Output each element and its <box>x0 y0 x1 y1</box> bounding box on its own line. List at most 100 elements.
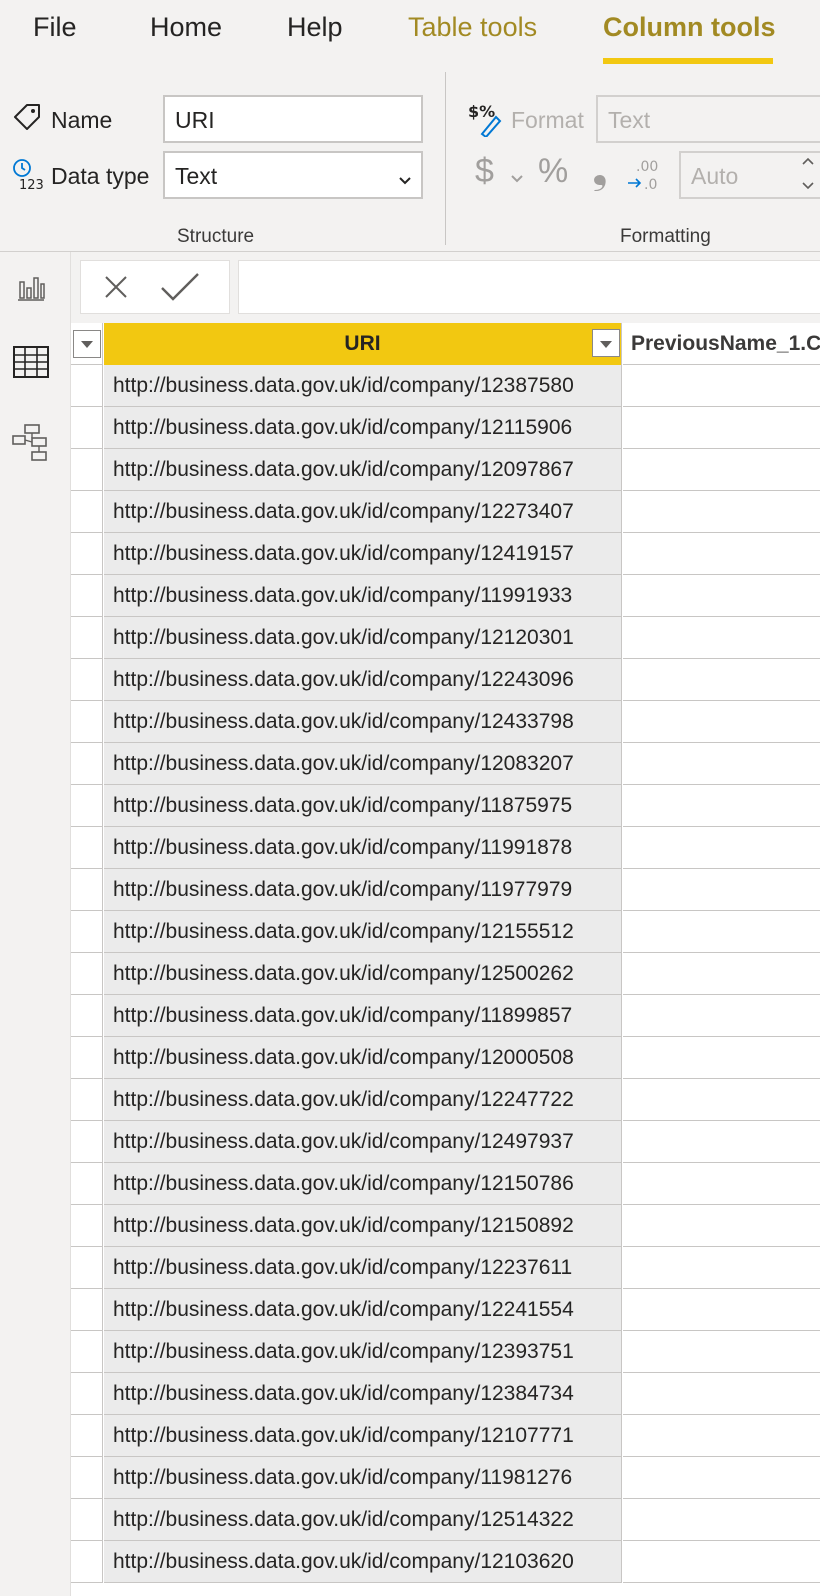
previousname-cell[interactable] <box>623 407 820 449</box>
uri-cell[interactable]: http://business.data.gov.uk/id/company/1… <box>104 1373 622 1415</box>
uri-cell[interactable]: http://business.data.gov.uk/id/company/1… <box>104 1163 622 1205</box>
uri-cell[interactable]: http://business.data.gov.uk/id/company/1… <box>104 953 622 995</box>
table-cell[interactable] <box>71 449 103 491</box>
chevron-down-icon[interactable] <box>510 172 524 191</box>
format-select[interactable]: Text <box>596 95 820 143</box>
previousname-cell[interactable] <box>623 1247 820 1289</box>
uri-cell[interactable]: http://business.data.gov.uk/id/company/1… <box>104 1247 622 1289</box>
column-header-previous[interactable] <box>71 323 103 365</box>
table-cell[interactable] <box>71 1037 103 1079</box>
tab-home[interactable]: Home <box>150 12 222 43</box>
table-cell[interactable] <box>71 365 103 407</box>
previousname-cell[interactable] <box>623 575 820 617</box>
previousname-cell[interactable] <box>623 785 820 827</box>
uri-cell[interactable]: http://business.data.gov.uk/id/company/1… <box>104 869 622 911</box>
table-cell[interactable] <box>71 1415 103 1457</box>
previousname-cell[interactable] <box>623 1415 820 1457</box>
table-cell[interactable] <box>71 701 103 743</box>
uri-cell[interactable]: http://business.data.gov.uk/id/company/1… <box>104 1121 622 1163</box>
previousname-cell[interactable] <box>623 491 820 533</box>
uri-cell[interactable]: http://business.data.gov.uk/id/company/1… <box>104 1331 622 1373</box>
table-cell[interactable] <box>71 1373 103 1415</box>
table-cell[interactable] <box>71 617 103 659</box>
percent-button[interactable]: % <box>538 152 568 191</box>
close-icon[interactable] <box>103 274 129 305</box>
table-cell[interactable] <box>71 407 103 449</box>
previousname-cell[interactable] <box>623 953 820 995</box>
table-cell[interactable] <box>71 1289 103 1331</box>
uri-cell[interactable]: http://business.data.gov.uk/id/company/1… <box>104 1415 622 1457</box>
filter-dropdown-button[interactable] <box>592 329 620 357</box>
name-input[interactable]: URI <box>163 95 423 143</box>
previousname-cell[interactable] <box>623 1037 820 1079</box>
filter-dropdown-button[interactable] <box>73 330 101 358</box>
previousname-cell[interactable] <box>623 1205 820 1247</box>
previousname-cell[interactable] <box>623 701 820 743</box>
uri-cell[interactable]: http://business.data.gov.uk/id/company/1… <box>104 1205 622 1247</box>
report-view-icon[interactable] <box>16 272 46 307</box>
check-icon[interactable] <box>160 272 200 307</box>
table-cell[interactable] <box>71 1205 103 1247</box>
uri-cell[interactable]: http://business.data.gov.uk/id/company/1… <box>104 1079 622 1121</box>
previousname-cell[interactable] <box>623 449 820 491</box>
previousname-cell[interactable] <box>623 659 820 701</box>
uri-cell[interactable]: http://business.data.gov.uk/id/company/1… <box>104 1457 622 1499</box>
previousname-cell[interactable] <box>623 1079 820 1121</box>
table-cell[interactable] <box>71 575 103 617</box>
table-cell[interactable] <box>71 533 103 575</box>
uri-cell[interactable]: http://business.data.gov.uk/id/company/1… <box>104 533 622 575</box>
previousname-cell[interactable] <box>623 869 820 911</box>
uri-cell[interactable]: http://business.data.gov.uk/id/company/1… <box>104 1541 622 1583</box>
spinner-icon[interactable] <box>800 155 816 198</box>
table-cell[interactable] <box>71 1163 103 1205</box>
uri-cell[interactable]: http://business.data.gov.uk/id/company/1… <box>104 827 622 869</box>
table-cell[interactable] <box>71 1121 103 1163</box>
table-cell[interactable] <box>71 1247 103 1289</box>
table-cell[interactable] <box>71 953 103 995</box>
previousname-cell[interactable] <box>623 1121 820 1163</box>
uri-cell[interactable]: http://business.data.gov.uk/id/company/1… <box>104 407 622 449</box>
uri-cell[interactable]: http://business.data.gov.uk/id/company/1… <box>104 911 622 953</box>
tab-table-tools[interactable]: Table tools <box>408 12 537 43</box>
uri-cell[interactable]: http://business.data.gov.uk/id/company/1… <box>104 743 622 785</box>
table-cell[interactable] <box>71 659 103 701</box>
uri-cell[interactable]: http://business.data.gov.uk/id/company/1… <box>104 365 622 407</box>
previousname-cell[interactable] <box>623 911 820 953</box>
previousname-cell[interactable] <box>623 743 820 785</box>
table-cell[interactable] <box>71 743 103 785</box>
model-view-icon[interactable] <box>12 424 50 467</box>
previousname-cell[interactable] <box>623 533 820 575</box>
table-cell[interactable] <box>71 995 103 1037</box>
table-cell[interactable] <box>71 785 103 827</box>
previousname-cell[interactable] <box>623 1289 820 1331</box>
tab-column-tools[interactable]: Column tools <box>603 12 775 43</box>
previousname-cell[interactable] <box>623 1499 820 1541</box>
uri-cell[interactable]: http://business.data.gov.uk/id/company/1… <box>104 1289 622 1331</box>
previousname-cell[interactable] <box>623 1541 820 1583</box>
table-cell[interactable] <box>71 1457 103 1499</box>
table-cell[interactable] <box>71 869 103 911</box>
currency-button[interactable]: $ <box>475 152 494 191</box>
uri-cell[interactable]: http://business.data.gov.uk/id/company/1… <box>104 701 622 743</box>
previousname-cell[interactable] <box>623 1373 820 1415</box>
column-header-uri[interactable]: URI <box>104 323 622 365</box>
table-cell[interactable] <box>71 827 103 869</box>
formula-input[interactable] <box>238 260 820 314</box>
uri-cell[interactable]: http://business.data.gov.uk/id/company/1… <box>104 575 622 617</box>
uri-cell[interactable]: http://business.data.gov.uk/id/company/1… <box>104 785 622 827</box>
tab-file[interactable]: File <box>33 12 77 43</box>
table-cell[interactable] <box>71 1541 103 1583</box>
data-view-icon[interactable] <box>13 346 49 383</box>
table-cell[interactable] <box>71 1331 103 1373</box>
previousname-cell[interactable] <box>623 365 820 407</box>
previousname-cell[interactable] <box>623 617 820 659</box>
comma-button[interactable]: ❟ <box>592 148 608 193</box>
uri-cell[interactable]: http://business.data.gov.uk/id/company/1… <box>104 1499 622 1541</box>
previousname-cell[interactable] <box>623 1457 820 1499</box>
decimal-places-input[interactable]: Auto <box>679 151 820 199</box>
uri-cell[interactable]: http://business.data.gov.uk/id/company/1… <box>104 491 622 533</box>
uri-cell[interactable]: http://business.data.gov.uk/id/company/1… <box>104 617 622 659</box>
datatype-select[interactable]: Text <box>163 151 423 199</box>
uri-cell[interactable]: http://business.data.gov.uk/id/company/1… <box>104 995 622 1037</box>
table-cell[interactable] <box>71 491 103 533</box>
